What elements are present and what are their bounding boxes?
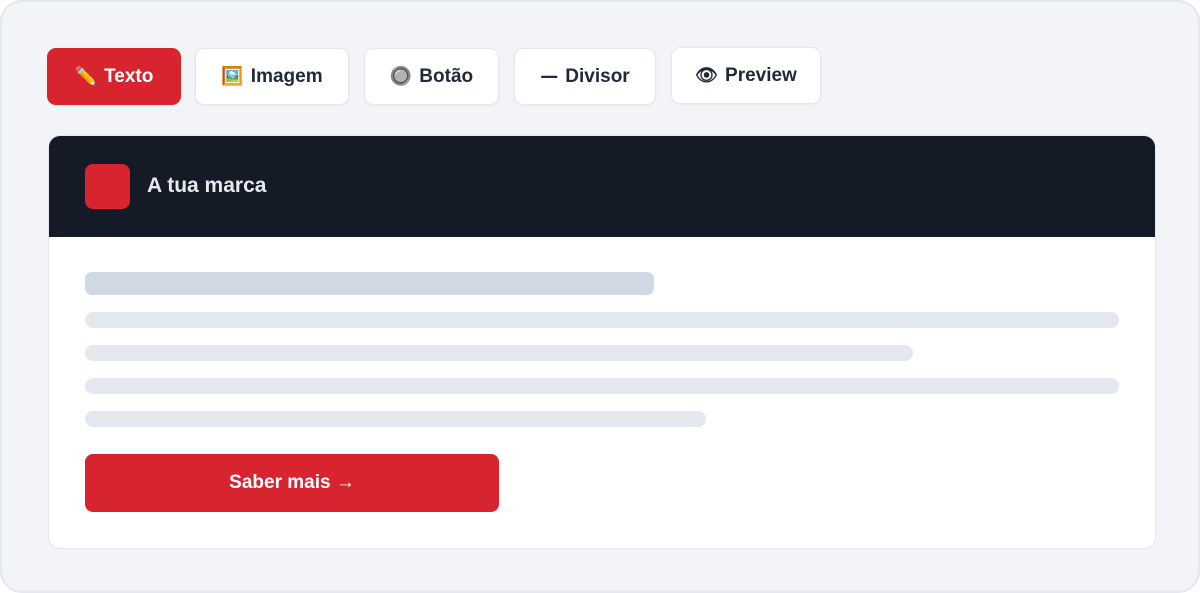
brand-logo	[85, 164, 130, 209]
email-header: A tua marca	[49, 136, 1155, 237]
pencil-icon: ✏️	[74, 65, 98, 87]
picture-icon: 🖼️	[221, 65, 244, 87]
add-divider-button[interactable]: — Divisor	[514, 48, 656, 105]
add-text-label: Texto	[104, 65, 154, 87]
placeholder-title-line	[85, 272, 654, 295]
brand-name: A tua marca	[147, 174, 267, 197]
email-preview-card: A tua marca Saber mais →	[48, 135, 1156, 549]
preview-label: Preview	[725, 64, 797, 86]
placeholder-text-line	[85, 411, 706, 427]
dash-icon: —	[540, 65, 559, 87]
placeholder-text-line	[85, 312, 1119, 328]
add-divider-label: Divisor	[565, 65, 630, 87]
cta-button[interactable]: Saber mais →	[85, 454, 499, 512]
add-button-label: Botão	[419, 65, 474, 87]
editor-frame: ✏️ Texto 🖼️ Imagem 🔘 Botão — Divisor 👁 P…	[0, 0, 1200, 593]
add-image-label: Imagem	[250, 65, 323, 87]
add-button-button[interactable]: 🔘 Botão	[364, 48, 499, 105]
placeholder-text-line	[85, 378, 1119, 394]
preview-button[interactable]: 👁 Preview	[671, 47, 821, 104]
radio-button-icon: 🔘	[389, 65, 413, 87]
eye-icon: 👁	[695, 64, 719, 86]
add-image-button[interactable]: 🖼️ Imagem	[195, 48, 349, 105]
add-text-button[interactable]: ✏️ Texto	[47, 48, 181, 105]
placeholder-text-line	[85, 345, 913, 361]
